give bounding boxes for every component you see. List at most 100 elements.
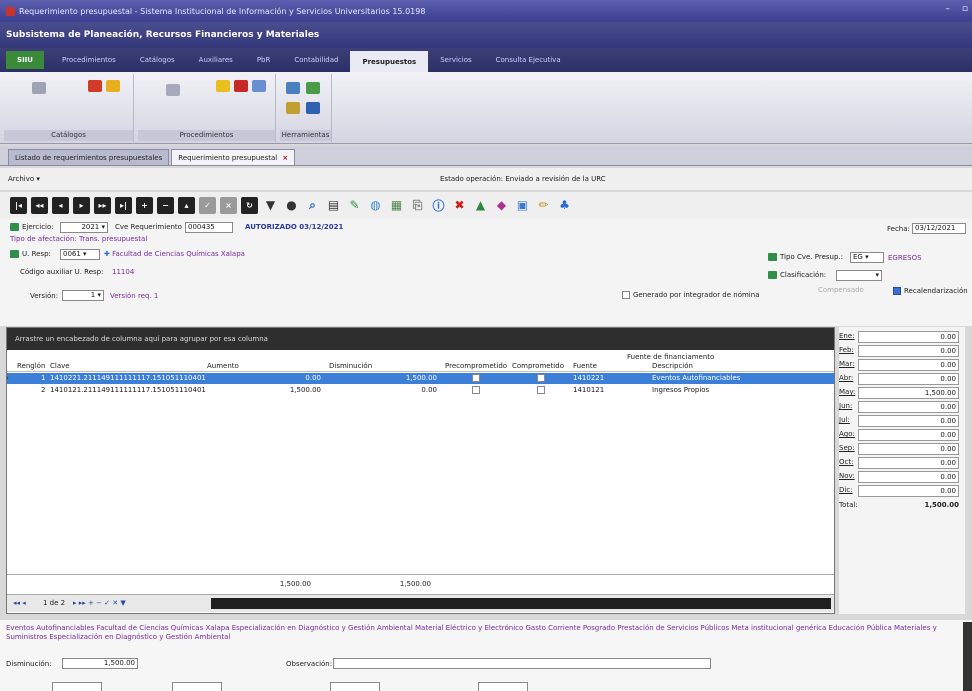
catalog-yellow-icon[interactable] — [106, 80, 120, 92]
compensado-option[interactable]: Compensado — [818, 286, 864, 294]
document-icon[interactable]: ▦ — [388, 197, 405, 214]
table-row[interactable]: › 1 1410221.211149111111117.151051110401… — [6, 373, 834, 384]
menu-servicios[interactable]: Servicios — [428, 48, 483, 72]
cve-requerimiento-input[interactable]: 000435 — [185, 222, 233, 233]
comprometido-checkbox[interactable] — [537, 374, 545, 382]
print-icon[interactable]: ▤ — [325, 197, 342, 214]
add-record-button[interactable]: + — [136, 196, 153, 214]
month-input[interactable]: 0.00 — [858, 373, 959, 385]
edit-record-button[interactable]: ▴ — [178, 196, 195, 214]
confirm-button[interactable]: ✓ — [199, 196, 216, 214]
tipocve-select[interactable]: EG ▾ — [850, 252, 884, 263]
footer-field-1[interactable] — [52, 682, 102, 691]
menu-pbr[interactable]: PbR — [245, 48, 283, 72]
precomprometido-checkbox[interactable] — [472, 386, 480, 394]
approve-icon[interactable]: ▲ — [472, 197, 489, 214]
minimize-button[interactable]: – — [945, 4, 950, 14]
menu-auxiliares[interactable]: Auxiliares — [187, 48, 245, 72]
first-record-button[interactable]: |◂ — [10, 196, 27, 214]
info-icon[interactable]: ⓘ — [430, 197, 447, 214]
tools-yellow-icon[interactable] — [286, 102, 300, 114]
menu-consulta-ejecutiva[interactable]: Consulta Ejecutiva — [484, 48, 573, 72]
prev-record-button[interactable]: ◂ — [52, 196, 69, 214]
attach-icon[interactable]: ⎘ — [409, 197, 426, 214]
footer-field-3[interactable] — [330, 682, 380, 691]
tools-blue-icon[interactable] — [286, 82, 300, 94]
clasificacion-select[interactable]: ▾ — [836, 270, 882, 281]
horizontal-scrollbar[interactable] — [211, 598, 831, 609]
menu-procedimientos[interactable]: Procedimientos — [50, 48, 128, 72]
generado-checkbox[interactable] — [622, 291, 630, 299]
ejercicio-select[interactable]: 2021 ▾ — [60, 222, 108, 233]
month-input[interactable]: 0.00 — [858, 401, 959, 413]
binoculars-icon[interactable]: ● — [283, 197, 300, 214]
month-input[interactable]: 0.00 — [858, 485, 959, 497]
menu-presupuestos[interactable]: Presupuestos — [350, 51, 429, 72]
col-descripcion[interactable]: Descripción — [652, 362, 693, 370]
last-record-button[interactable]: ▸| — [115, 196, 132, 214]
pager-prev-icon[interactable]: ◂◂ ◂ — [13, 599, 26, 607]
menu-catalogos[interactable]: Catálogos — [128, 48, 187, 72]
catalog-icon[interactable] — [32, 82, 46, 94]
archivo-menu[interactable]: Archivo ▾ — [8, 175, 40, 183]
uresp-select[interactable]: 0061 ▾ — [60, 249, 100, 260]
reject-icon[interactable]: ✖ — [451, 197, 468, 214]
month-input[interactable]: 0.00 — [858, 415, 959, 427]
next-record-button[interactable]: ▸ — [73, 196, 90, 214]
month-input[interactable]: 0.00 — [858, 443, 959, 455]
table-row[interactable]: 2 1410121.211149111111117.151051110401 1… — [7, 385, 834, 396]
comprometido-checkbox[interactable] — [537, 386, 545, 394]
procedure-yellow-icon[interactable] — [216, 80, 230, 92]
disminucion-input[interactable]: 1,500.00 — [62, 658, 138, 669]
tools-chart-icon[interactable] — [306, 102, 320, 114]
col-comprometido[interactable]: Comprometido — [512, 362, 564, 370]
month-input[interactable]: 0.00 — [858, 345, 959, 357]
col-clave[interactable]: Clave — [50, 362, 70, 370]
month-input[interactable]: 0.00 — [858, 359, 959, 371]
fecha-input[interactable]: 03/12/2021 — [912, 223, 966, 234]
globe-icon[interactable]: ◍ — [367, 197, 384, 214]
col-renglon[interactable]: Renglón — [17, 362, 45, 370]
search-icon[interactable]: ⌕ — [304, 197, 321, 214]
col-disminucion[interactable]: Disminución — [329, 362, 372, 370]
col-fuente[interactable]: Fuente — [573, 362, 597, 370]
catalog-red-icon[interactable] — [88, 80, 102, 92]
recalendarizacion-checkbox[interactable] — [893, 287, 901, 295]
procedure-icon[interactable] — [166, 84, 180, 96]
link-icon[interactable]: ✚ — [104, 250, 112, 258]
pencil-icon[interactable]: ✏ — [535, 197, 552, 214]
close-icon[interactable]: × — [282, 154, 288, 162]
calendar-icon[interactable]: ▣ — [514, 197, 531, 214]
col-precomprometido[interactable]: Precomprometido — [445, 362, 507, 370]
month-input[interactable]: 0.00 — [858, 331, 959, 343]
filter-icon[interactable]: ▼ — [262, 197, 279, 214]
pager-next-icon[interactable]: ▸ ▸▸ + − ✓ ✕ ▼ — [73, 599, 126, 607]
month-input[interactable]: 0.00 — [858, 429, 959, 441]
month-input[interactable]: 1,500.00 — [858, 387, 959, 399]
tab-requerimiento[interactable]: Requerimiento presupuestal × — [171, 149, 296, 165]
procedure-red-icon[interactable] — [234, 80, 248, 92]
next-page-button[interactable]: ▸▸ — [94, 196, 111, 214]
refresh-button[interactable]: ↻ — [241, 196, 258, 214]
month-input[interactable]: 0.00 — [858, 457, 959, 469]
footer-field-2[interactable] — [172, 682, 222, 691]
precomprometido-checkbox[interactable] — [472, 374, 480, 382]
footer-field-4[interactable] — [478, 682, 528, 691]
group-by-panel[interactable]: Arrastre un encabezado de columna aquí p… — [7, 328, 834, 350]
users-icon[interactable]: ♣ — [556, 197, 573, 214]
menu-contabilidad[interactable]: Contabilidad — [282, 48, 350, 72]
cancel-button[interactable]: × — [220, 196, 237, 214]
col-aumento[interactable]: Aumento — [207, 362, 239, 370]
tab-listado[interactable]: Listado de requerimientos presupuestales — [8, 149, 170, 165]
chart-icon[interactable]: ◆ — [493, 197, 510, 214]
observacion-input[interactable] — [333, 658, 711, 669]
procedure-blue-icon[interactable] — [252, 80, 266, 92]
version-select[interactable]: 1 ▾ — [62, 290, 104, 301]
maximize-button[interactable]: ▫ — [962, 4, 968, 14]
prev-page-button[interactable]: ◂◂ — [31, 196, 48, 214]
delete-record-button[interactable]: − — [157, 196, 174, 214]
export-excel-icon[interactable]: ✎ — [346, 197, 363, 214]
month-input[interactable]: 0.00 — [858, 471, 959, 483]
side-scrollbar[interactable] — [963, 622, 972, 691]
tools-green-icon[interactable] — [306, 82, 320, 94]
